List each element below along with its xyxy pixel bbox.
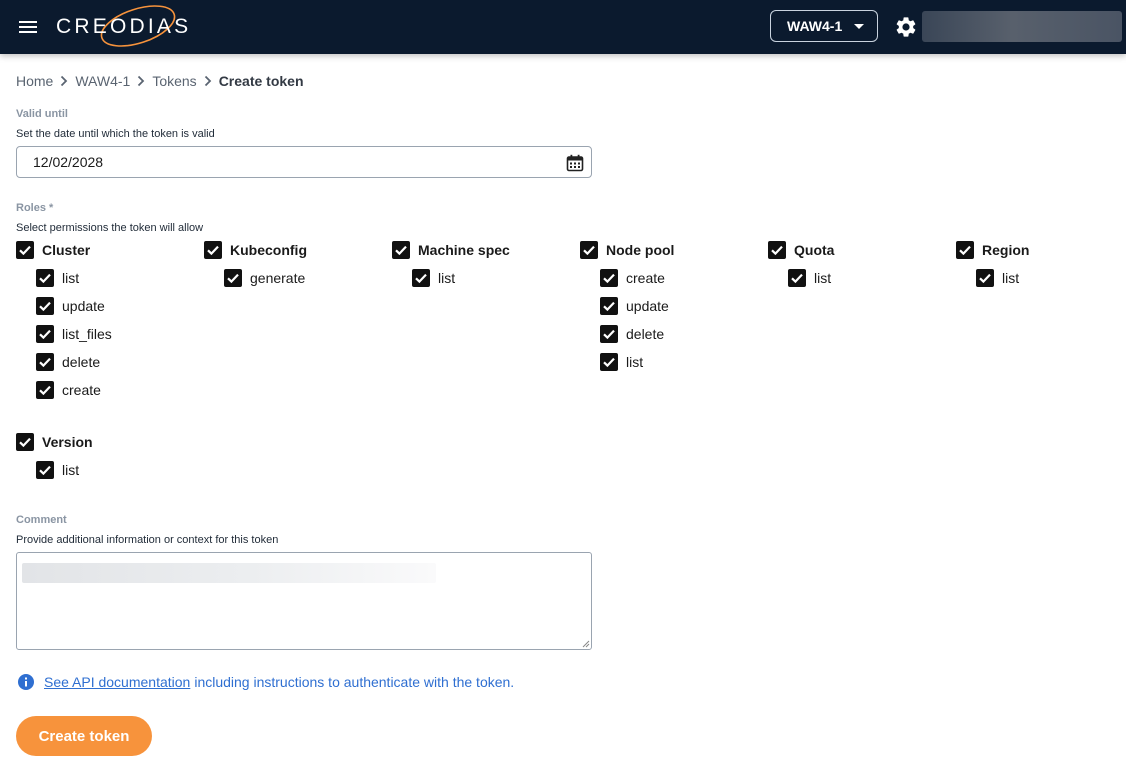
comment-redacted-text [22, 563, 436, 583]
checkbox-cluster-delete[interactable] [36, 353, 54, 371]
check-icon [19, 437, 31, 448]
api-documentation-link[interactable]: See API documentation [44, 674, 190, 690]
checkbox-label-quota[interactable]: Quota [794, 241, 834, 259]
check-icon [583, 245, 595, 256]
checkbox-label-node-pool-list[interactable]: list [626, 353, 643, 371]
comment-label: Comment [16, 514, 67, 526]
valid-until-date-input[interactable]: 12/02/2028 [16, 146, 592, 178]
region-select[interactable]: WAW4-1 [770, 10, 878, 42]
check-icon [771, 245, 783, 256]
check-icon [39, 357, 51, 368]
comment-textarea[interactable] [16, 552, 592, 650]
check-icon [415, 273, 427, 284]
comment-help: Provide additional information or contex… [16, 534, 279, 546]
check-icon [791, 273, 803, 284]
check-icon [39, 465, 51, 476]
roles-label: Roles * [16, 202, 54, 214]
resize-grip-icon[interactable] [582, 640, 590, 648]
checkbox-label-cluster-update[interactable]: update [62, 297, 105, 315]
check-icon [39, 301, 51, 312]
checkbox-machine-spec-list[interactable] [412, 269, 430, 287]
checkbox-kubeconfig[interactable] [204, 241, 222, 259]
checkbox-cluster-list-files[interactable] [36, 325, 54, 343]
check-icon [603, 329, 615, 340]
create-token-button[interactable]: Create token [16, 716, 152, 756]
checkbox-quota-list[interactable] [788, 269, 806, 287]
checkbox-label-cluster-create[interactable]: create [62, 381, 101, 399]
breadcrumb-home[interactable]: Home [16, 73, 53, 89]
info-icon [18, 674, 34, 690]
breadcrumb-tokens[interactable]: Tokens [152, 73, 196, 89]
checkbox-label-node-pool-create[interactable]: create [626, 269, 665, 287]
chevron-right-icon [197, 73, 219, 89]
chevron-right-icon [53, 73, 75, 89]
gear-icon[interactable] [894, 15, 918, 39]
breadcrumb: Home WAW4-1 Tokens Create token [16, 72, 304, 90]
checkbox-label-node-pool-update[interactable]: update [626, 297, 669, 315]
checkbox-version[interactable] [16, 433, 34, 451]
checkbox-label-kubeconfig-generate[interactable]: generate [250, 269, 305, 287]
check-icon [39, 273, 51, 284]
caret-down-icon [854, 24, 864, 29]
checkbox-version-list[interactable] [36, 461, 54, 479]
check-icon [603, 357, 615, 368]
api-documentation-text: including instructions to authenticate w… [194, 674, 515, 690]
valid-until-label: Valid until [16, 108, 68, 120]
checkbox-node-pool-create[interactable] [600, 269, 618, 287]
check-icon [227, 273, 239, 284]
checkbox-kubeconfig-generate[interactable] [224, 269, 242, 287]
valid-until-value: 12/02/2028 [33, 154, 104, 170]
checkbox-node-pool-delete[interactable] [600, 325, 618, 343]
checkbox-machine-spec[interactable] [392, 241, 410, 259]
logo[interactable]: CREODIAS [56, 5, 216, 47]
checkbox-cluster-create[interactable] [36, 381, 54, 399]
checkbox-label-cluster-delete[interactable]: delete [62, 353, 100, 371]
checkbox-label-node-pool-delete[interactable]: delete [626, 325, 664, 343]
checkbox-label-cluster-list[interactable]: list [62, 269, 79, 287]
checkbox-label-machine-spec[interactable]: Machine spec [418, 241, 510, 259]
check-icon [395, 245, 407, 256]
check-icon [603, 273, 615, 284]
checkbox-cluster[interactable] [16, 241, 34, 259]
api-documentation-note: See API documentation including instruct… [16, 673, 514, 691]
region-select-value: WAW4-1 [787, 18, 843, 34]
checkbox-quota[interactable] [768, 241, 786, 259]
check-icon [603, 301, 615, 312]
checkbox-label-version-list[interactable]: list [62, 461, 79, 479]
chevron-right-icon [130, 73, 152, 89]
check-icon [39, 329, 51, 340]
checkbox-node-pool-list[interactable] [600, 353, 618, 371]
checkbox-region[interactable] [956, 241, 974, 259]
checkbox-region-list[interactable] [976, 269, 994, 287]
checkbox-label-version[interactable]: Version [42, 433, 93, 451]
checkbox-cluster-update[interactable] [36, 297, 54, 315]
checkbox-label-region-list[interactable]: list [1002, 269, 1019, 287]
checkbox-label-region[interactable]: Region [982, 241, 1029, 259]
logo-text: CREODIAS [56, 15, 191, 38]
check-icon [979, 273, 991, 284]
checkbox-node-pool[interactable] [580, 241, 598, 259]
user-menu[interactable] [922, 11, 1122, 42]
checkbox-label-cluster[interactable]: Cluster [42, 241, 90, 259]
calendar-icon[interactable] [566, 154, 584, 172]
checkbox-label-quota-list[interactable]: list [814, 269, 831, 287]
top-bar: CREODIAS WAW4-1 [0, 0, 1126, 54]
check-icon [19, 245, 31, 256]
checkbox-cluster-list[interactable] [36, 269, 54, 287]
check-icon [207, 245, 219, 256]
check-icon [959, 245, 971, 256]
checkbox-label-machine-spec-list[interactable]: list [438, 269, 455, 287]
menu-icon[interactable] [14, 13, 42, 41]
breadcrumb-current: Create token [218, 73, 304, 89]
check-icon [39, 385, 51, 396]
checkbox-label-kubeconfig[interactable]: Kubeconfig [230, 241, 307, 259]
checkbox-node-pool-update[interactable] [600, 297, 618, 315]
checkbox-label-cluster-list-files[interactable]: list_files [62, 325, 112, 343]
checkbox-label-node-pool[interactable]: Node pool [606, 241, 674, 259]
valid-until-help: Set the date until which the token is va… [16, 128, 215, 140]
roles-help: Select permissions the token will allow [16, 222, 204, 234]
breadcrumb-region[interactable]: WAW4-1 [75, 73, 130, 89]
